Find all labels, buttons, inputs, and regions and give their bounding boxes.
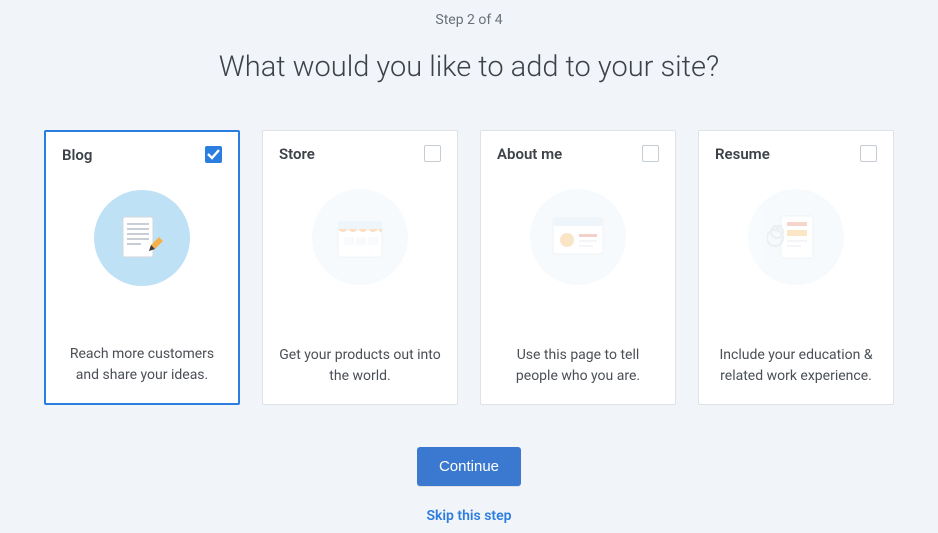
option-cards: Blog Reach more customers and share your… [44,130,894,405]
card-title: Store [279,145,315,163]
card-about[interactable]: About me Use this page to tell people wh… [480,130,676,405]
card-description: Reach more customers and share your idea… [62,344,222,387]
card-header: Blog [62,146,222,164]
checkbox-icon[interactable] [860,145,877,162]
store-illustration-icon [312,189,408,285]
card-title: Blog [62,146,92,164]
page-title: What would you like to add to your site? [219,50,719,84]
blog-illustration-icon [94,190,190,286]
card-title: Resume [715,145,770,163]
step-indicator: Step 2 of 4 [435,12,502,28]
continue-button[interactable]: Continue [417,447,521,486]
card-header: Store [279,145,441,163]
card-blog[interactable]: Blog Reach more customers and share your… [44,130,240,405]
skip-link[interactable]: Skip this step [426,508,511,524]
card-description: Get your products out into the world. [279,345,441,388]
card-description: Include your education & related work ex… [715,345,877,388]
resume-illustration-icon [748,189,844,285]
about-illustration-icon [530,189,626,285]
card-description: Use this page to tell people who you are… [497,345,659,388]
card-header: Resume [715,145,877,163]
checkbox-icon[interactable] [642,145,659,162]
card-header: About me [497,145,659,163]
checkbox-icon[interactable] [424,145,441,162]
card-title: About me [497,145,562,163]
checkbox-icon[interactable] [205,146,222,163]
onboarding-step: Step 2 of 4 What would you like to add t… [0,0,938,524]
card-resume[interactable]: Resume Include your education & related … [698,130,894,405]
card-store[interactable]: Store Get your products out into the wor… [262,130,458,405]
